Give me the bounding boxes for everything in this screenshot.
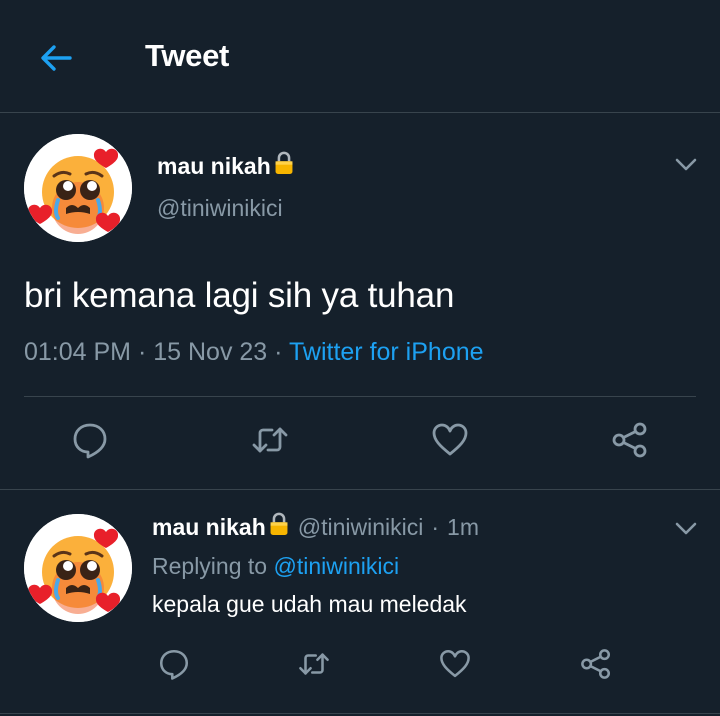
like-icon[interactable]	[430, 420, 470, 460]
top-bar: Tweet	[0, 0, 720, 113]
meta-separator: ·	[431, 513, 440, 540]
tweet-source-link[interactable]: Twitter for iPhone	[289, 338, 484, 366]
share-icon[interactable]	[579, 647, 613, 681]
like-icon[interactable]	[438, 647, 472, 681]
reply-icon[interactable]	[70, 420, 110, 460]
replying-prefix: Replying to	[152, 553, 268, 579]
meta-separator: ·	[137, 338, 147, 366]
tweet-age[interactable]: 1m	[447, 514, 479, 541]
chevron-down-icon[interactable]	[672, 514, 700, 542]
page-title: Tweet	[145, 38, 230, 73]
avatar[interactable]	[24, 514, 132, 622]
chevron-down-icon[interactable]	[672, 150, 700, 178]
tweet-text: kepala gue udah mau meledak	[152, 591, 467, 617]
lock-icon	[268, 511, 290, 543]
tweet-meta: 01:04 PM · 15 Nov 23 · Twitter for iPhon…	[24, 338, 484, 367]
handle[interactable]: @tiniwinikici	[157, 195, 283, 222]
tweet-text: bri kemana lagi sih ya tuhan	[24, 276, 455, 315]
back-arrow-icon[interactable]	[36, 38, 76, 78]
reply-icon[interactable]	[157, 647, 191, 681]
share-icon[interactable]	[610, 420, 650, 460]
display-name-text[interactable]: mau nikah	[152, 514, 266, 541]
divider	[0, 489, 720, 490]
mention-link[interactable]: @tiniwinikici	[273, 553, 399, 579]
retweet-icon[interactable]	[297, 647, 331, 681]
reply-header: mau nikah @tiniwinikici · 1m	[152, 511, 479, 543]
meta-separator: ·	[274, 338, 283, 366]
divider	[24, 396, 696, 397]
retweet-icon[interactable]	[250, 420, 290, 460]
tweet-date: 15 Nov 23	[153, 338, 268, 366]
replying-to: Replying to @tiniwinikici	[152, 553, 399, 580]
handle[interactable]: @tiniwinikici	[298, 514, 424, 541]
display-name[interactable]: mau nikah	[157, 150, 295, 182]
display-name-text[interactable]: mau nikah	[157, 153, 271, 180]
tweet-time: 01:04 PM	[24, 338, 132, 366]
divider	[0, 713, 720, 714]
avatar[interactable]	[24, 134, 132, 242]
lock-icon	[273, 150, 295, 182]
